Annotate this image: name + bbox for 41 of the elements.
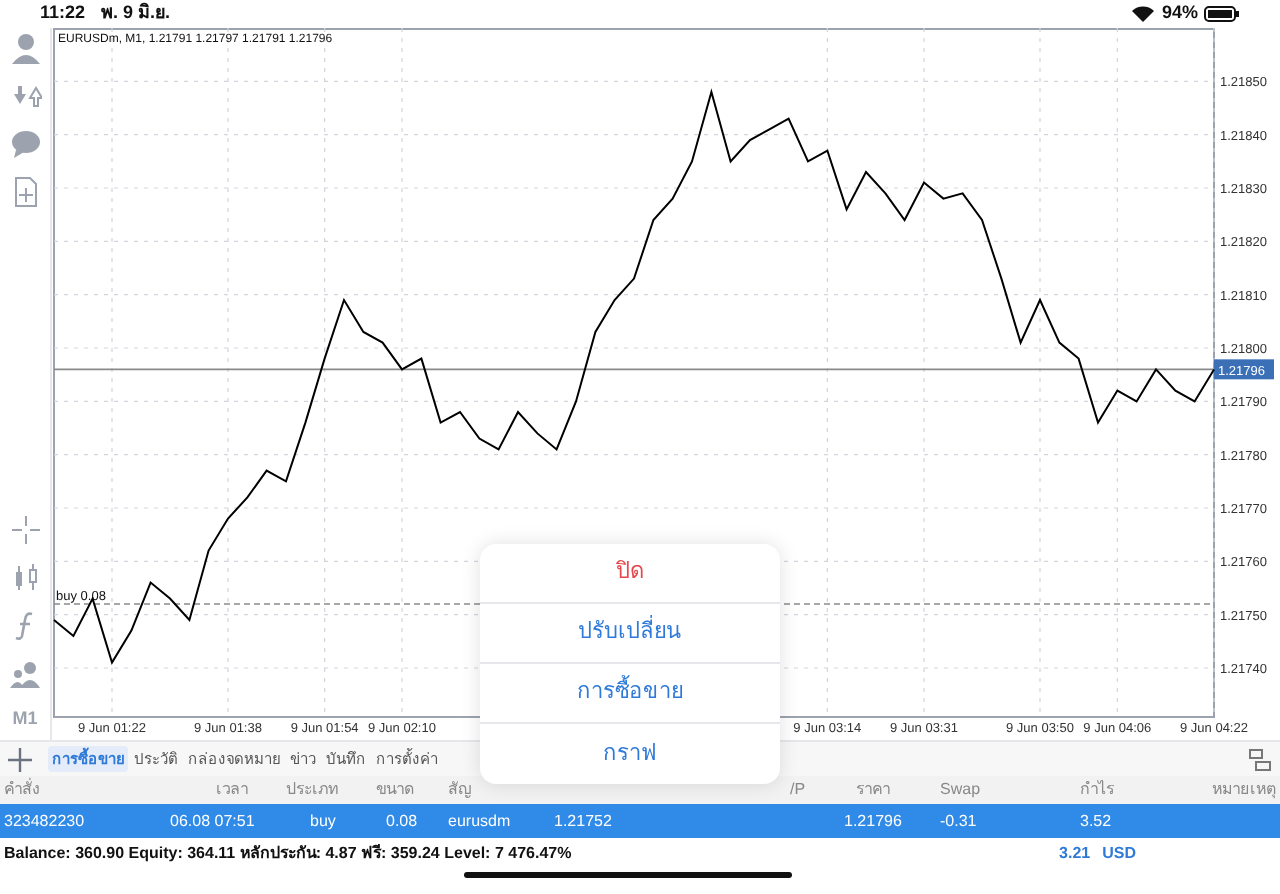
column-header: เวลา — [216, 778, 250, 802]
column-header: หมายเหตุ — [1210, 778, 1276, 802]
currency-label: USD — [1102, 841, 1136, 865]
column-header: ประเภท — [286, 778, 340, 802]
column-header: คำสั่ง — [4, 778, 42, 802]
account-icon[interactable] — [9, 32, 41, 64]
menu-item[interactable]: การซื้อขาย — [480, 664, 780, 724]
new-document-icon[interactable] — [9, 176, 41, 208]
table-cell-text: buy — [310, 809, 338, 833]
battery-percent: 94% — [1161, 0, 1198, 27]
chat-icon[interactable] — [9, 128, 41, 160]
column-header: กำไร — [1080, 778, 1116, 802]
account-summary: Balance: 360.90 Equity: 364.11 หลักประกัน: 4.87 ฟรี: 359.24 Level: 7 476.47% — [4, 841, 572, 865]
total-profit: 3.21 — [1059, 841, 1091, 865]
status-date: พ. 9 มิ.ย. — [101, 0, 171, 27]
table-cell-text: 0.08 — [386, 809, 420, 833]
table-cell-text: 1.21796 — [844, 809, 904, 833]
column-header: ราคา — [856, 778, 892, 802]
order-row[interactable]: 323482230 06.08 07:51 buy 0.08 eurusdm 1.21752 1.21796 -0.31 3.52 — [0, 804, 1280, 838]
layout-icon[interactable] — [1248, 747, 1272, 771]
status-time: 11:22 — [40, 0, 86, 27]
table-cell-text: eurusdm — [448, 809, 513, 833]
menu-item[interactable]: ปิด — [480, 544, 780, 604]
timeframe-label[interactable]: M1 — [12, 705, 38, 732]
column-header: /P — [790, 778, 808, 802]
add-icon[interactable] — [8, 747, 32, 771]
table-cell-text: 323482230 — [4, 809, 87, 833]
crosshair-icon[interactable] — [9, 513, 41, 545]
battery-icon — [1204, 6, 1240, 22]
table-cell-text: 3.52 — [1080, 809, 1114, 833]
column-header: Swap — [940, 778, 983, 802]
people-icon[interactable] — [9, 657, 41, 689]
column-header: สัญ — [448, 778, 474, 802]
table-cell-text: -0.31 — [940, 809, 979, 833]
menu-item[interactable]: ปรับเปลี่ยน — [480, 604, 780, 664]
table-cell-text: 06.08 07:51 — [170, 809, 257, 833]
trade-arrows-icon[interactable] — [9, 80, 41, 112]
table-cell-text: 1.21752 — [554, 809, 614, 833]
menu-item[interactable]: กราฟ — [480, 724, 780, 784]
column-header: ขนาด — [376, 778, 416, 802]
wifi-icon — [1131, 6, 1154, 22]
